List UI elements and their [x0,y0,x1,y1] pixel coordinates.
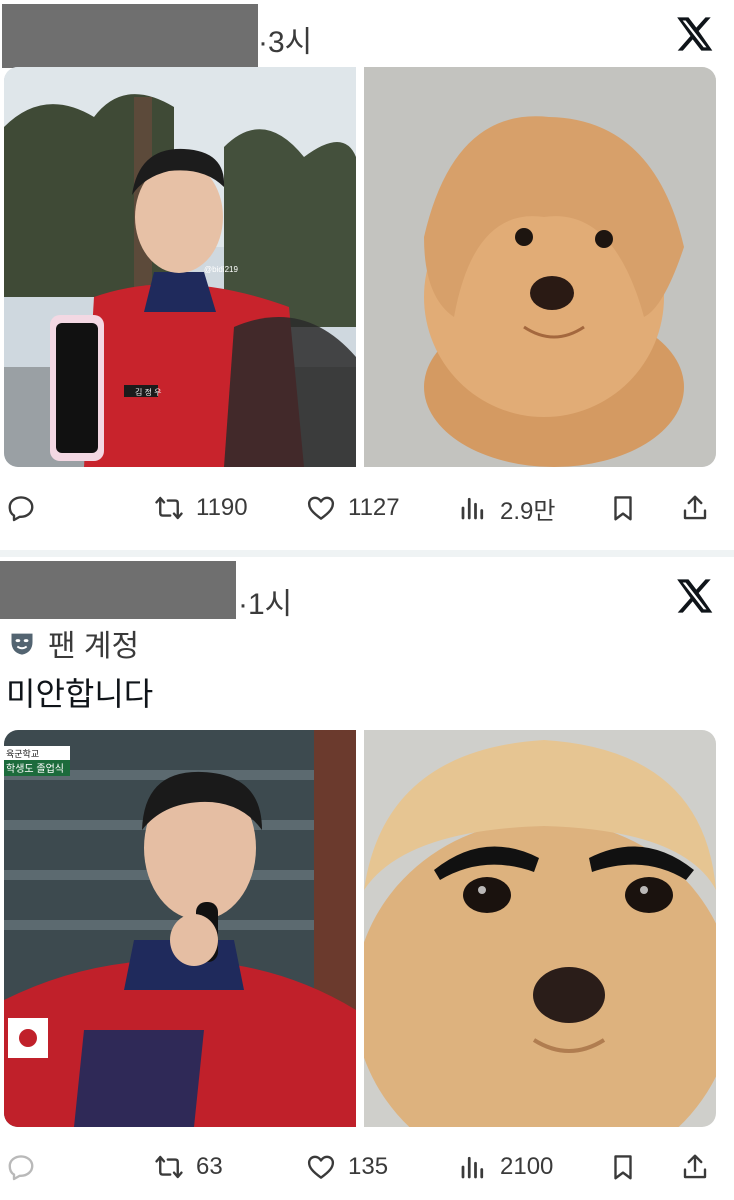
fan-account-label: 팬 계정 [8,625,139,663]
bookmark-icon [614,1155,632,1180]
post-time: ·1시 [238,588,293,621]
broadcast-bottom-text: 학생도 졸업식 [6,762,64,775]
post-media[interactable]: 육군학교 학생도 졸업식 [4,730,716,1127]
views-count: 2100 [500,1153,554,1180]
views-icon [461,1156,484,1179]
reply-icon [8,1155,34,1181]
post-actions: 63 135 2100 [0,1142,734,1192]
soldier-broadcast-photo[interactable]: 육군학교 학생도 졸업식 [4,730,356,1127]
post-text: 미안합니다 [6,676,154,712]
post-time: ·3시 [258,26,313,59]
watermark-text: @bidi219 [204,265,238,274]
x-logo-icon[interactable] [674,576,714,616]
soldier-broadcast-image: 육군학교 학생도 졸업식 [4,730,356,1127]
dog-wig-image [364,67,716,467]
retweet-count: 1190 [196,494,248,521]
share-button[interactable] [680,1142,710,1192]
dog-eyebrows-image [364,730,716,1127]
reply-button[interactable] [6,1142,36,1192]
soldier-photo-image: 김 정 우 @bidi219 [4,67,356,467]
heart-icon [307,1155,335,1179]
like-button[interactable]: 1127 [306,483,400,533]
post-1[interactable]: ·3시 김 정 우 @bidi219 1190 1127 2.9만 [0,0,734,550]
post-header: ·3시 [0,0,734,70]
like-button[interactable]: 135 [306,1142,388,1192]
post-header: ·1시 [0,557,734,627]
share-icon [683,495,707,520]
post-separator [0,550,734,557]
retweet-count: 63 [196,1153,223,1180]
dog-wig-photo[interactable] [364,67,716,467]
retweet-icon [155,1155,183,1179]
nametag-text: 김 정 우 [135,387,162,397]
like-count: 135 [348,1153,389,1180]
bookmark-button[interactable] [608,483,638,533]
bookmark-button[interactable] [608,1142,638,1192]
redacted-username [0,561,236,619]
dog-eyebrows-photo[interactable] [364,730,716,1127]
x-logo-icon[interactable] [674,14,714,54]
share-button[interactable] [680,483,710,533]
heart-icon [307,496,335,520]
retweet-icon [155,496,183,520]
post-actions: 1190 1127 2.9만 [0,483,734,533]
share-icon [683,1154,707,1179]
views-icon [461,497,484,520]
post-2[interactable]: ·1시 팬 계정 미안합니다 육군학교 학생도 졸업식 63 135 2100 [0,557,734,1200]
views-count: 2.9만 [500,497,556,525]
fan-account-text: 팬 계정 [48,630,140,663]
views-button[interactable]: 2100 [458,1142,553,1192]
retweet-button[interactable]: 63 [154,1142,223,1192]
soldier-photo[interactable]: 김 정 우 @bidi219 [4,67,356,467]
mask-icon [11,633,33,655]
retweet-button[interactable]: 1190 [154,483,248,533]
post-media[interactable]: 김 정 우 @bidi219 [4,67,716,467]
broadcast-top-text: 육군학교 [6,749,39,759]
redacted-username [2,4,258,68]
bookmark-icon [614,496,632,521]
reply-icon [8,496,34,522]
views-button[interactable]: 2.9만 [458,483,555,533]
reply-button[interactable] [6,483,36,533]
like-count: 1127 [348,494,400,521]
